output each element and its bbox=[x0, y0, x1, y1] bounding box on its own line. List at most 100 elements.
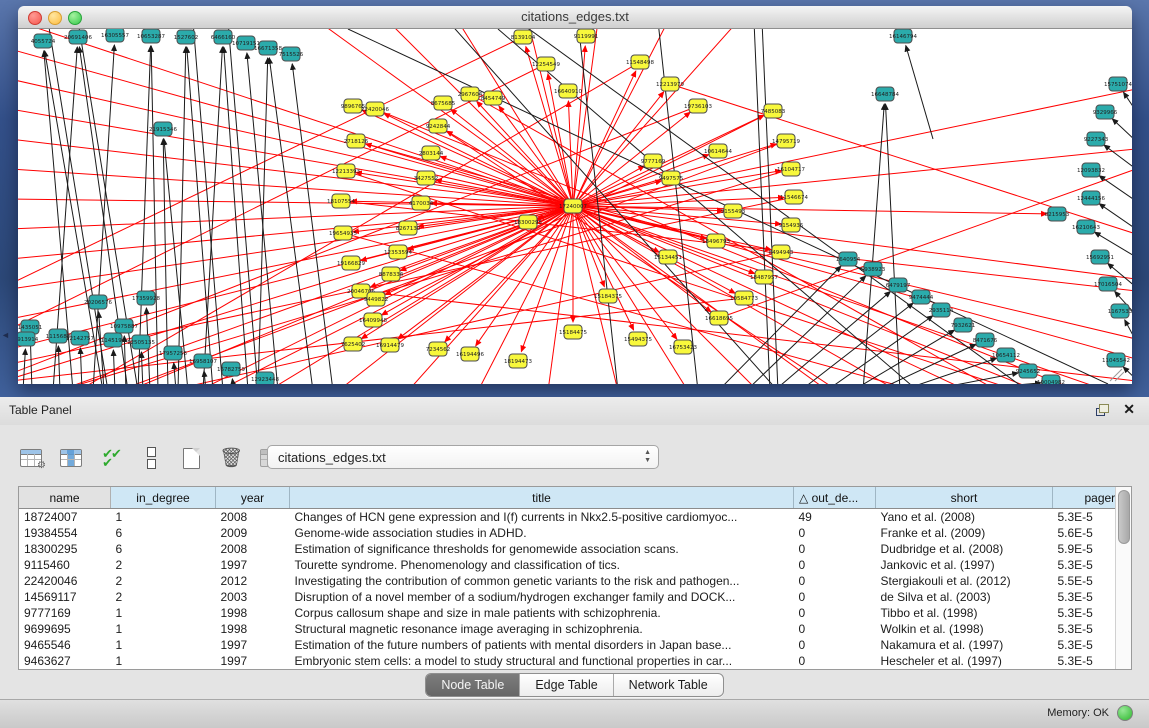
cell-name[interactable]: 19384554 bbox=[19, 525, 111, 541]
network-node[interactable]: 9155493 bbox=[721, 204, 746, 218]
delete-rows-icon[interactable]: 🗑 bbox=[218, 445, 244, 471]
network-node[interactable]: 7515526 bbox=[279, 47, 304, 61]
network-canvas[interactable]: 4055724206914061630555710653287152760264… bbox=[18, 29, 1132, 384]
table-row[interactable]: 911546021997Tourette syndrome. Phenomeno… bbox=[19, 557, 1132, 573]
network-node[interactable]: 9242844 bbox=[426, 119, 451, 133]
cell-short[interactable]: Tibbo et al. (1998) bbox=[876, 605, 1053, 621]
cell-in_degree[interactable]: 1 bbox=[111, 509, 216, 526]
rows-icon[interactable] bbox=[138, 445, 164, 471]
cell-out_de[interactable]: 0 bbox=[794, 589, 876, 605]
cell-short[interactable]: Franke et al. (2009) bbox=[876, 525, 1053, 541]
network-node[interactable]: 2803144 bbox=[419, 146, 444, 160]
cell-year[interactable]: 2008 bbox=[216, 509, 290, 526]
table-row[interactable]: 1830029562008Estimation of significance … bbox=[19, 541, 1132, 557]
cell-name[interactable]: 9699695 bbox=[19, 621, 111, 637]
cell-in_degree[interactable]: 2 bbox=[111, 589, 216, 605]
table-row[interactable]: 1456911722003Disruption of a novel membe… bbox=[19, 589, 1132, 605]
column-header-short[interactable]: short bbox=[876, 487, 1053, 509]
cell-year[interactable]: 2003 bbox=[216, 589, 290, 605]
cell-in_degree[interactable]: 6 bbox=[111, 525, 216, 541]
network-node[interactable]: 8454749 bbox=[481, 91, 506, 105]
table-row[interactable]: 946362711997Embryonic stem cells: a mode… bbox=[19, 653, 1132, 669]
network-node[interactable]: 4170034 bbox=[409, 196, 434, 210]
table-row[interactable]: 946554611997Estimation of the future num… bbox=[19, 637, 1132, 653]
cell-title[interactable]: Tourette syndrome. Phenomenology and cla… bbox=[290, 557, 794, 573]
network-node[interactable]: 6479197 bbox=[886, 278, 911, 292]
network-node[interactable]: 2935114 bbox=[929, 303, 954, 317]
network-node[interactable]: 8675685 bbox=[431, 96, 456, 110]
cell-name[interactable]: 22420046 bbox=[19, 573, 111, 589]
network-node[interactable]: 1527602 bbox=[174, 30, 199, 44]
cell-name[interactable]: 9465546 bbox=[19, 637, 111, 653]
network-node[interactable]: 8139104 bbox=[511, 30, 536, 44]
cell-out_de[interactable]: 0 bbox=[794, 525, 876, 541]
network-node[interactable]: 9777169 bbox=[641, 154, 666, 168]
cell-out_de[interactable]: 0 bbox=[794, 653, 876, 669]
network-node[interactable]: 1167533 bbox=[1108, 304, 1132, 318]
cell-title[interactable]: Changes of HCN gene expression and I(f) … bbox=[290, 509, 794, 526]
row-select-icon[interactable]: ✔✔✔ bbox=[98, 445, 124, 471]
table-row[interactable]: 1872400712008Changes of HCN gene express… bbox=[19, 509, 1132, 526]
network-node[interactable]: 2718126 bbox=[344, 134, 369, 148]
cell-short[interactable]: Dudbridge et al. (2008) bbox=[876, 541, 1053, 557]
network-node[interactable]: 1640954 bbox=[836, 252, 861, 266]
cell-short[interactable]: Wolkin et al. (1998) bbox=[876, 621, 1053, 637]
cell-out_de[interactable]: 0 bbox=[794, 541, 876, 557]
cell-name[interactable]: 18724007 bbox=[19, 509, 111, 526]
cell-in_degree[interactable]: 1 bbox=[111, 621, 216, 637]
table-scrollbar[interactable] bbox=[1115, 487, 1131, 669]
network-node[interactable]: 9449822 bbox=[364, 292, 389, 306]
network-node[interactable]: 9497575 bbox=[659, 171, 684, 185]
table-row[interactable]: 1938455462009Genome-wide association stu… bbox=[19, 525, 1132, 541]
network-node[interactable]: 3427552 bbox=[414, 171, 439, 185]
network-view-window[interactable]: citations_edges.txt 40557242069140616305… bbox=[18, 6, 1132, 383]
panel-collapse-arrow-icon[interactable]: ◄ bbox=[1, 330, 10, 340]
tab-network-table[interactable]: Network Table bbox=[613, 674, 723, 696]
network-node[interactable]: 4055724 bbox=[31, 34, 56, 48]
cell-title[interactable]: Investigating the contribution of common… bbox=[290, 573, 794, 589]
cell-title[interactable]: Embryonic stem cells: a model to study s… bbox=[290, 653, 794, 669]
column-header-out_de[interactable]: △ out_de... bbox=[794, 487, 876, 509]
cell-in_degree[interactable]: 1 bbox=[111, 605, 216, 621]
cell-year[interactable]: 1997 bbox=[216, 637, 290, 653]
network-node[interactable]: 8471676 bbox=[973, 333, 998, 347]
cell-title[interactable]: Corpus callosum shape and size in male p… bbox=[290, 605, 794, 621]
network-node[interactable]: 9119991 bbox=[574, 29, 599, 43]
cell-year[interactable]: 2009 bbox=[216, 525, 290, 541]
table-settings-icon[interactable]: ⚙ bbox=[18, 445, 44, 471]
cell-title[interactable]: Disruption of a novel member of a sodium… bbox=[290, 589, 794, 605]
cell-in_degree[interactable]: 2 bbox=[111, 557, 216, 573]
cell-short[interactable]: de Silva et al. (2003) bbox=[876, 589, 1053, 605]
column-header-name[interactable]: name bbox=[19, 487, 111, 509]
cell-out_de[interactable]: 0 bbox=[794, 621, 876, 637]
network-node[interactable]: 5938923 bbox=[861, 262, 886, 276]
cell-year[interactable]: 1998 bbox=[216, 621, 290, 637]
table-row[interactable]: 977716911998Corpus callosum shape and si… bbox=[19, 605, 1132, 621]
network-node[interactable]: 9329966 bbox=[1093, 105, 1118, 119]
network-node[interactable]: 2967604 bbox=[458, 87, 483, 101]
network-node[interactable]: 9154936 bbox=[779, 218, 804, 232]
cell-year[interactable]: 1997 bbox=[216, 653, 290, 669]
cell-in_degree[interactable]: 1 bbox=[111, 653, 216, 669]
column-header-year[interactable]: year bbox=[216, 487, 290, 509]
cell-in_degree[interactable]: 2 bbox=[111, 573, 216, 589]
column-header-in_degree[interactable]: in_degree bbox=[111, 487, 216, 509]
cell-out_de[interactable]: 0 bbox=[794, 605, 876, 621]
float-panel-icon[interactable] bbox=[1096, 404, 1109, 416]
column-header-title[interactable]: title bbox=[290, 487, 794, 509]
cell-year[interactable]: 2008 bbox=[216, 541, 290, 557]
cell-year[interactable]: 2012 bbox=[216, 573, 290, 589]
cell-short[interactable]: Jankovic et al. (1997) bbox=[876, 557, 1053, 573]
column-edit-icon[interactable] bbox=[58, 445, 84, 471]
cell-title[interactable]: Estimation of the future numbers of pati… bbox=[290, 637, 794, 653]
scrollbar-thumb[interactable] bbox=[1118, 490, 1130, 544]
window-titlebar[interactable]: citations_edges.txt bbox=[18, 6, 1132, 29]
cell-name[interactable]: 14569117 bbox=[19, 589, 111, 605]
tab-node-table[interactable]: Node Table bbox=[426, 674, 519, 696]
cell-short[interactable]: Nakamura et al. (1997) bbox=[876, 637, 1053, 653]
network-node[interactable]: 8215953 bbox=[1045, 207, 1070, 221]
network-node[interactable]: 8494943 bbox=[769, 245, 794, 259]
cell-out_de[interactable]: 0 bbox=[794, 637, 876, 653]
cell-year[interactable]: 1998 bbox=[216, 605, 290, 621]
new-table-icon[interactable] bbox=[178, 445, 204, 471]
